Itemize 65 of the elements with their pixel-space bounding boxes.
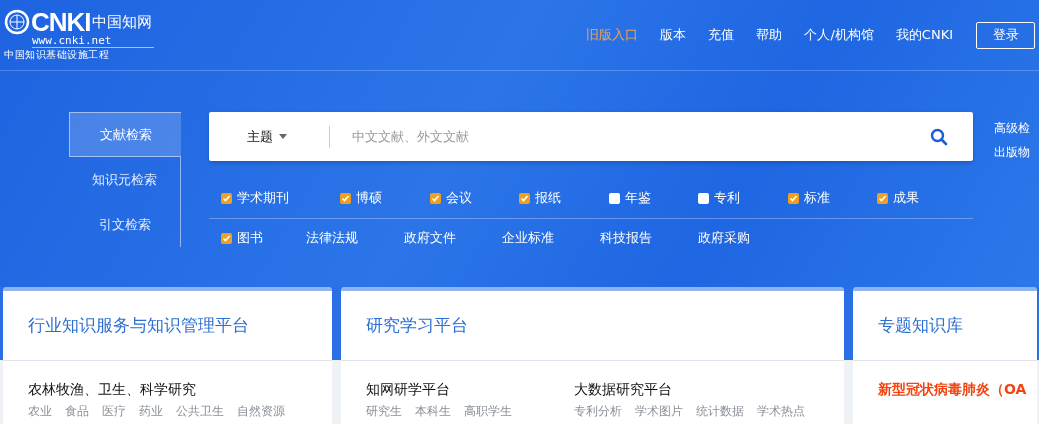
side-link[interactable]: 高级检 (994, 120, 1030, 137)
source-checkbox[interactable]: 博硕 (340, 189, 430, 207)
source-checkbox[interactable]: 报纸 (519, 189, 609, 207)
category-link[interactable]: 本科生 (415, 404, 451, 419)
card-title: 专题知识库 (853, 291, 1037, 361)
source-checkbox[interactable]: 会议 (429, 189, 519, 207)
category-link[interactable]: 自然资源 (237, 404, 285, 419)
search-tab[interactable]: 引文检索 (69, 202, 181, 247)
category-link[interactable]: 药业 (139, 404, 163, 419)
category-link[interactable]: 公共卫生 (176, 404, 224, 419)
logo-chinese-name: 中国知网 (91, 13, 152, 31)
search-tab[interactable]: 文献检索 (69, 112, 181, 157)
category-link[interactable]: 高职学生 (464, 404, 512, 419)
platform-link[interactable]: 大数据研究平台 (574, 381, 782, 398)
logo-brand: CNKI (31, 9, 91, 35)
checkbox[interactable] (877, 192, 888, 204)
source-link[interactable]: 法律法规 (306, 229, 404, 247)
side-link[interactable]: 出版物 (994, 144, 1030, 161)
card-title: 研究学习平台 (341, 291, 844, 361)
checkbox[interactable] (221, 232, 232, 244)
source-link[interactable]: 科技报告 (600, 229, 698, 247)
nav-link[interactable]: 充值 (697, 26, 746, 44)
category-link[interactable]: 专利分析 (574, 404, 622, 419)
checkbox[interactable] (519, 192, 530, 204)
logo-url: www.cnki.net (32, 35, 154, 48)
source-checkbox[interactable]: 标准 (787, 189, 877, 207)
source-link[interactable]: 企业标准 (502, 229, 600, 247)
checkbox[interactable] (787, 192, 799, 204)
checkbox[interactable] (221, 192, 232, 204)
card-title: 行业知识服务与知识管理平台 (3, 291, 332, 361)
search-icon[interactable] (930, 127, 948, 146)
checkbox[interactable] (429, 192, 441, 204)
source-link[interactable]: 政府文件 (404, 229, 502, 247)
source-checkbox[interactable]: 学术期刊 (221, 189, 340, 207)
category-link[interactable]: 统计数据 (696, 404, 744, 419)
field-select[interactable]: 主题 (247, 125, 330, 148)
checkbox[interactable] (340, 192, 351, 204)
login-button[interactable]: 登录 (976, 21, 1035, 49)
cnki-logo[interactable]: CNKI中国知网 www.cnki.net 中国知识基础设施工程 (4, 9, 154, 61)
source-link[interactable]: 政府采购 (698, 229, 796, 247)
category-link[interactable]: 农业 (28, 404, 52, 419)
checkbox[interactable] (698, 192, 709, 204)
platform-link[interactable]: 新型冠状病毒肺炎（OA (878, 381, 1037, 398)
logo-slogan: 中国知识基础设施工程 (4, 48, 110, 61)
nav-link[interactable]: 帮助 (745, 26, 794, 44)
field-select-label: 主题 (247, 127, 273, 146)
nav-link[interactable]: 个人/机构馆 (793, 26, 885, 44)
category-link[interactable]: 学术热点 (757, 404, 805, 419)
category-link[interactable]: 医疗 (102, 404, 126, 419)
platform-link[interactable]: 知网研学平台 (366, 381, 574, 398)
category-link[interactable]: 研究生 (366, 404, 402, 419)
globe-icon (4, 9, 30, 35)
nav-link[interactable]: 版本 (649, 26, 698, 44)
nav-link[interactable]: 我的CNKI (884, 26, 964, 44)
search-box[interactable]: 主题 中文文献、外文文献 (209, 112, 973, 161)
source-checkbox[interactable]: 图书 (221, 229, 306, 247)
search-tab[interactable]: 知识元检索 (69, 157, 181, 202)
source-checkbox[interactable]: 专利 (698, 189, 788, 207)
checkbox[interactable] (608, 192, 620, 204)
category-link[interactable]: 食品 (65, 404, 89, 419)
category-link[interactable]: 学术图片 (635, 404, 683, 419)
source-checkbox[interactable]: 年鉴 (608, 189, 698, 207)
platform-link[interactable]: 农林牧渔、卫生、科学研究 (28, 381, 236, 398)
nav-link[interactable]: 旧版入口 (575, 26, 650, 44)
source-checkbox[interactable]: 成果 (877, 189, 967, 207)
